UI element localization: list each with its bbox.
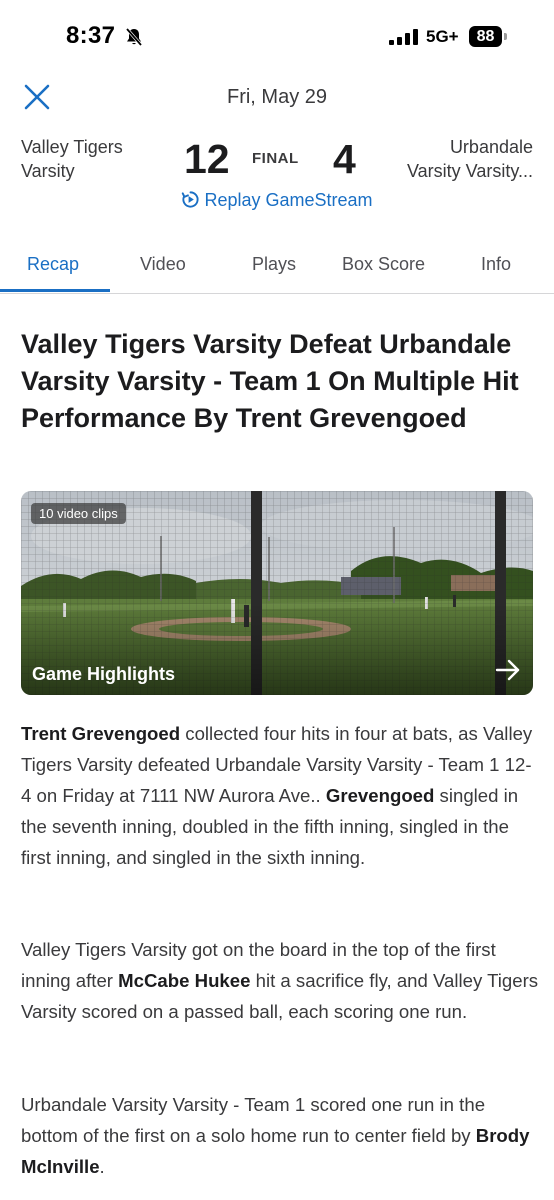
arrow-right-icon [495,659,520,681]
battery-level: 88 [469,26,502,47]
home-team-line1: Valley Tigers [21,137,123,157]
replay-label: Replay GameStream [204,190,373,210]
game-highlights-video[interactable]: 10 video clips Game Highlights [21,491,533,695]
recap-paragraph-2: Valley Tigers Varsity got on the board i… [21,934,539,1027]
player-name[interactable]: Grevengoed [326,785,435,806]
home-team-name[interactable]: Valley Tigers Varsity [21,135,171,183]
player-name[interactable]: McCabe Hukee [118,970,250,991]
cell-signal-icon [389,29,418,45]
tab-plays[interactable]: Plays [252,254,296,275]
video-title: Game Highlights [32,664,176,684]
battery-icon: 88 [469,26,509,48]
replay-icon [182,191,200,208]
article-headline: Valley Tigers Varsity Defeat Urbandale V… [21,329,519,433]
away-team-line2: Varsity Varsity... [406,161,533,181]
game-status: FINAL [252,150,299,167]
tab-info[interactable]: Info [481,254,511,275]
tab-recap[interactable]: Recap [27,254,79,275]
game-date: Fri, May 29 [226,86,328,108]
replay-gamestream-button[interactable]: Replay GameStream [0,190,554,211]
away-team-line1: Urbandale [449,137,533,157]
tab-video[interactable]: Video [140,254,186,275]
status-bar: 8:37 5G+ 88 [0,0,554,70]
video-clips-badge: 10 video clips [31,503,126,524]
paragraph-text: Urbandale Varsity Varsity - Team 1 score… [21,1094,486,1146]
home-team-line2: Varsity [21,161,75,181]
battery-tip [504,33,507,40]
tab-bar: Recap Video Plays Box Score Info [0,238,554,294]
paragraph-text: . [99,1156,105,1177]
home-score: 12 [184,136,230,182]
bell-muted-icon [125,27,143,47]
player-name[interactable]: Trent Grevengoed [21,723,180,744]
active-tab-indicator [0,289,110,292]
recap-paragraph-1: Trent Grevengoed collected four hits in … [21,718,539,873]
network-type: 5G+ [426,27,459,46]
tab-box-score[interactable]: Box Score [342,254,425,275]
recap-paragraph-3: Urbandale Varsity Varsity - Team 1 score… [21,1089,539,1182]
status-time: 8:37 [66,22,116,49]
away-score: 4 [333,136,356,182]
away-team-name[interactable]: Urbandale Varsity Varsity... [373,135,533,183]
